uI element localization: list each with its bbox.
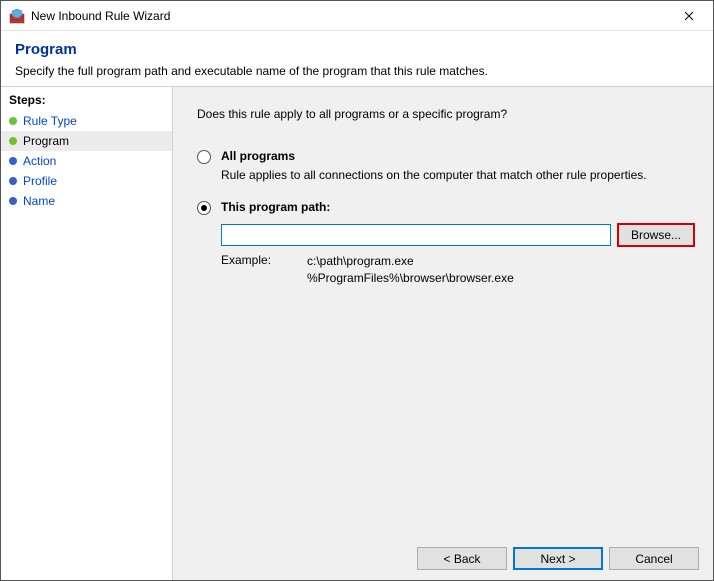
step-action[interactable]: Action xyxy=(1,151,172,171)
example-text: c:\path\program.exe %ProgramFiles%\brows… xyxy=(307,253,514,287)
step-label: Profile xyxy=(23,174,57,188)
program-path-input[interactable] xyxy=(221,224,611,246)
step-label: Action xyxy=(23,154,56,168)
step-pending-icon xyxy=(9,177,17,185)
option-all-programs-label: All programs xyxy=(221,149,295,163)
wizard-window: New Inbound Rule Wizard Program Specify … xyxy=(0,0,714,581)
body: Steps: Rule Type Program Action Profile … xyxy=(1,86,713,580)
option-all-programs[interactable]: All programs xyxy=(197,149,695,164)
step-current-icon xyxy=(9,137,17,145)
step-pending-icon xyxy=(9,197,17,205)
cancel-button[interactable]: Cancel xyxy=(609,547,699,570)
page-subtitle: Specify the full program path and execut… xyxy=(15,64,699,78)
browse-button[interactable]: Browse... xyxy=(617,223,695,247)
header: Program Specify the full program path an… xyxy=(1,31,713,86)
steps-heading: Steps: xyxy=(1,89,172,111)
step-rule-type[interactable]: Rule Type xyxy=(1,111,172,131)
window-title: New Inbound Rule Wizard xyxy=(31,9,666,23)
page-title: Program xyxy=(15,41,699,58)
step-done-icon xyxy=(9,117,17,125)
example-label: Example: xyxy=(221,253,277,287)
close-button[interactable] xyxy=(666,2,711,30)
step-label: Program xyxy=(23,134,69,148)
radio-all-programs[interactable] xyxy=(197,150,211,164)
radio-program-path[interactable] xyxy=(197,201,211,215)
question-text: Does this rule apply to all programs or … xyxy=(197,107,695,121)
step-profile[interactable]: Profile xyxy=(1,171,172,191)
content-panel: Does this rule apply to all programs or … xyxy=(173,87,713,580)
step-label: Name xyxy=(23,194,55,208)
step-label: Rule Type xyxy=(23,114,77,128)
step-program[interactable]: Program xyxy=(1,131,172,151)
step-name[interactable]: Name xyxy=(1,191,172,211)
next-button[interactable]: Next > xyxy=(513,547,603,570)
option-program-path[interactable]: This program path: xyxy=(197,200,695,215)
footer-buttons: < Back Next > Cancel xyxy=(417,547,699,570)
program-path-row: Browse... xyxy=(221,223,695,247)
step-pending-icon xyxy=(9,157,17,165)
sidebar: Steps: Rule Type Program Action Profile … xyxy=(1,87,173,580)
option-program-path-label: This program path: xyxy=(221,200,330,214)
option-all-programs-desc: Rule applies to all connections on the c… xyxy=(221,168,695,182)
firewall-icon xyxy=(9,8,25,24)
example-row: Example: c:\path\program.exe %ProgramFil… xyxy=(221,253,695,287)
back-button[interactable]: < Back xyxy=(417,547,507,570)
titlebar: New Inbound Rule Wizard xyxy=(1,1,713,31)
